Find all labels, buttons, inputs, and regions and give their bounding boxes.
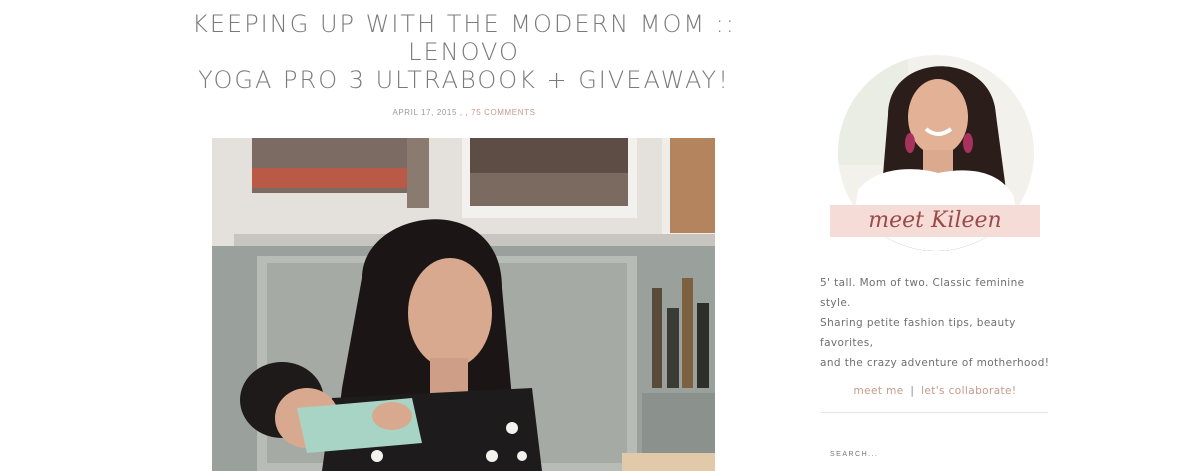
bio-line-1: 5' tall. Mom of two. Classic feminine st… (820, 277, 1025, 309)
bio-line-2: Sharing petite fashion tips, beauty favo… (820, 317, 1016, 349)
post-title[interactable]: KEEPING UP WITH THE MODERN MOM :: LENOVO… (140, 10, 788, 94)
meet-banner-label[interactable]: meet Kileen (830, 205, 1040, 237)
search-input[interactable] (830, 451, 1030, 458)
links-separator: | (910, 385, 915, 397)
post-title-line-2[interactable]: YOGA PRO 3 ULTRABOOK + GIVEAWAY! (198, 66, 730, 94)
author-bio: 5' tall. Mom of two. Classic feminine st… (812, 273, 1058, 373)
search-widget (812, 413, 1058, 471)
post-date: APRIL 17, 2015 (392, 108, 458, 117)
collaborate-link[interactable]: let's collaborate! (921, 385, 1016, 397)
bio-links: meet me | let's collaborate! (812, 385, 1058, 397)
meta-separator: , , (459, 108, 469, 117)
post-title-line-1[interactable]: KEEPING UP WITH THE MODERN MOM :: LENOVO (192, 10, 736, 66)
featured-image[interactable] (212, 138, 715, 471)
meet-me-link[interactable]: meet me (853, 385, 903, 397)
post-header: KEEPING UP WITH THE MODERN MOM :: LENOVO… (140, 10, 788, 117)
post-meta: APRIL 17, 2015 , , 75 COMMENTS (140, 108, 788, 117)
photo-mother-with-newborn-icon (212, 138, 715, 471)
comments-link[interactable]: 75 COMMENTS (471, 108, 535, 117)
bio-line-3: and the crazy adventure of motherhood! (820, 357, 1050, 369)
author-avatar[interactable]: meet Kileen (818, 55, 1048, 255)
sidebar: meet Kileen 5' tall. Mom of two. Classic… (812, 55, 1058, 471)
